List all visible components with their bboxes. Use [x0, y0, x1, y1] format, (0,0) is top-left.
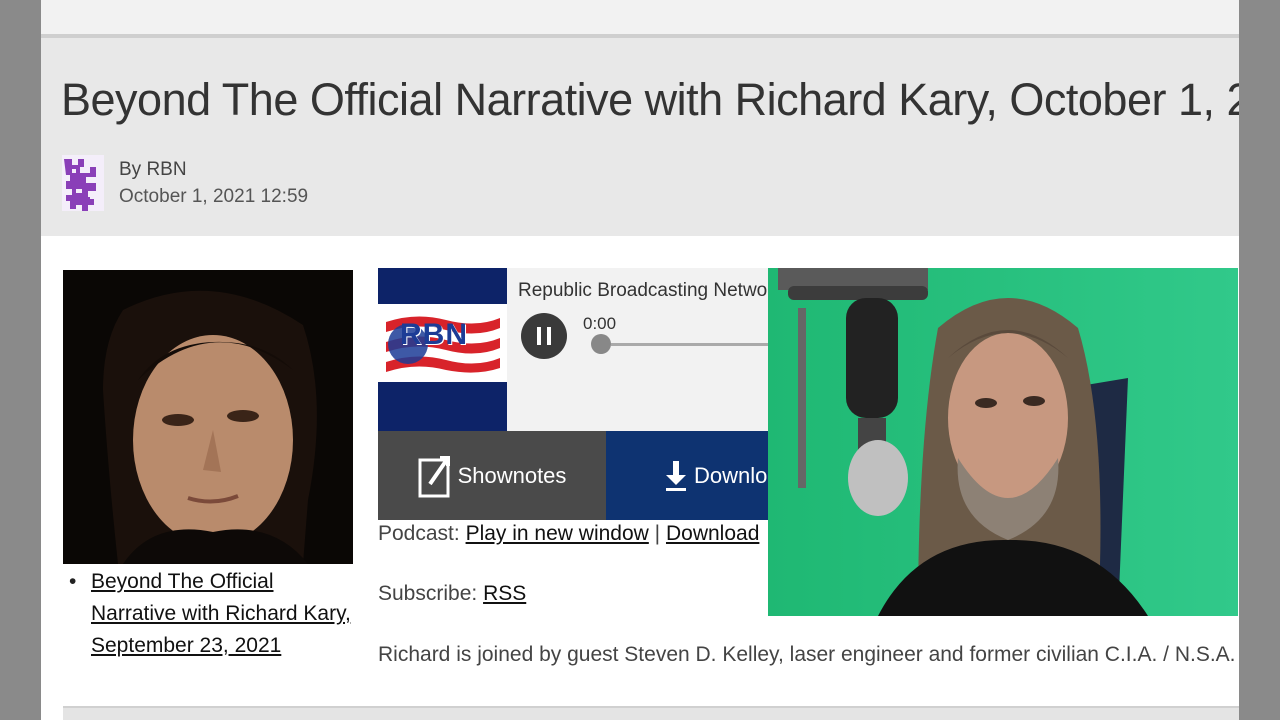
shownotes-button[interactable]: Shownotes: [378, 431, 606, 520]
pause-icon: [537, 327, 551, 345]
pause-button[interactable]: [521, 313, 567, 359]
podcast-label: Podcast:: [378, 522, 460, 545]
guest-photo: [63, 270, 353, 564]
download-link[interactable]: Download: [666, 522, 759, 545]
webcam-overlay: [768, 268, 1238, 616]
download-label: Downloa: [694, 462, 780, 488]
shownotes-label: Shownotes: [457, 462, 567, 488]
logo-text: RBN: [400, 318, 468, 351]
post-date: October 1, 2021 12:59: [119, 186, 309, 207]
guest-photo-image: [63, 270, 353, 564]
subscribe-label: Subscribe:: [378, 582, 478, 605]
webcam-video-frame: [768, 268, 1238, 616]
post-author: By RBN: [119, 159, 187, 180]
link-separator: |: [654, 522, 661, 545]
rbn-logo: RBN: [378, 268, 507, 431]
episode-description: Richard is joined by guest Steven D. Kel…: [378, 643, 1239, 666]
progress-scrubber[interactable]: [591, 334, 611, 354]
network-name: Republic Broadcasting Network: [518, 280, 784, 301]
download-icon: [666, 460, 686, 491]
play-in-new-window-link[interactable]: Play in new window: [466, 522, 649, 545]
bottom-divider: [63, 706, 1239, 720]
related-post-link[interactable]: Beyond The Official Narrative with Richa…: [91, 566, 351, 662]
external-link-icon: [418, 455, 450, 497]
post-title: Beyond The Official Narrative with Richa…: [61, 74, 1239, 125]
playback-time: 0:00: [583, 314, 617, 333]
top-strip: [41, 0, 1239, 34]
podcast-player: RBN Republic Broadcasting Network 0:00 S…: [378, 268, 798, 520]
post-header: Beyond The Official Narrative with Richa…: [41, 38, 1239, 236]
list-bullet: •: [69, 570, 77, 593]
author-avatar[interactable]: [62, 155, 104, 211]
podcast-links: Podcast: Play in new window | Download: [378, 522, 759, 546]
rss-link[interactable]: RSS: [483, 582, 526, 605]
subscribe-links: Subscribe: RSS: [378, 582, 526, 606]
post-meta: By RBN October 1, 2021 12:59: [119, 156, 308, 210]
